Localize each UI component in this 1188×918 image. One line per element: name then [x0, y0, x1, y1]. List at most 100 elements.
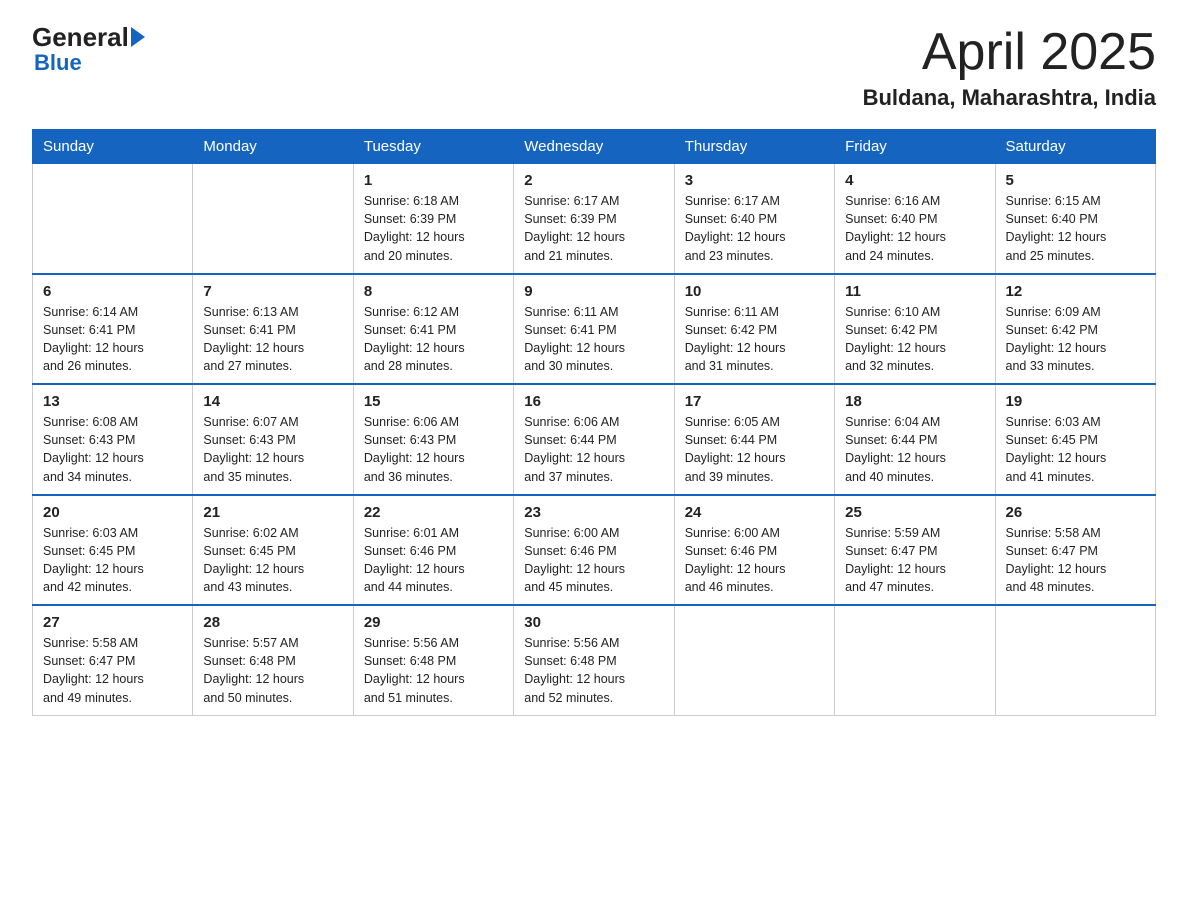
day-of-week-header: Friday: [835, 130, 995, 164]
title-area: April 2025 Buldana, Maharashtra, India: [863, 24, 1156, 111]
day-info: Sunrise: 6:11 AM Sunset: 6:41 PM Dayligh…: [524, 303, 663, 376]
day-number: 2: [524, 172, 663, 189]
calendar-cell: 12Sunrise: 6:09 AM Sunset: 6:42 PM Dayli…: [995, 274, 1155, 385]
calendar-cell: 26 Sunrise: 5:58 AM Sunset: 6:47 PM Dayli…: [995, 495, 1155, 606]
logo-general: General: [32, 24, 129, 50]
day-info: Sunrise: 5:58 AM Sunset: 6:47 PM Dayligh…: [1006, 524, 1145, 597]
calendar-cell: 29 Sunrise: 5:56 AM Sunset: 6:48 PM Dayli…: [353, 605, 513, 715]
calendar-week-row: 6 Sunrise: 6:14 AM Sunset: 6:41 PM Daylig…: [33, 274, 1156, 385]
day-info: Sunrise: 6:06 AM Sunset: 6:43 PM Dayligh…: [364, 413, 503, 486]
day-number: 13: [43, 393, 182, 410]
day-info: Sunrise: 5:58 AM Sunset: 6:47 PM Dayligh…: [43, 634, 182, 707]
calendar-week-row: 20 Sunrise: 6:03 AM Sunset: 6:45 PM Dayli…: [33, 495, 1156, 606]
day-number: 30: [524, 614, 663, 631]
day-number: 6: [43, 283, 182, 300]
day-info: Sunrise: 6:06 AM Sunset: 6:44 PM Dayligh…: [524, 413, 663, 486]
day-info: Sunrise: 6:13 AM Sunset: 6:41 PM Dayligh…: [203, 303, 342, 376]
calendar-cell: [995, 605, 1155, 715]
calendar-cell: 3 Sunrise: 6:17 AM Sunset: 6:40 PM Daylig…: [674, 164, 834, 274]
calendar-cell: 5Sunrise: 6:15 AM Sunset: 6:40 PM Daylig…: [995, 164, 1155, 274]
calendar-cell: 27 Sunrise: 5:58 AM Sunset: 6:47 PM Dayli…: [33, 605, 193, 715]
page-header: General Blue April 2025 Buldana, Maharas…: [32, 24, 1156, 111]
day-number: 7: [203, 283, 342, 300]
calendar-cell: 30Sunrise: 5:56 AM Sunset: 6:48 PM Dayli…: [514, 605, 674, 715]
day-info: Sunrise: 6:00 AM Sunset: 6:46 PM Dayligh…: [685, 524, 824, 597]
day-info: Sunrise: 6:03 AM Sunset: 6:45 PM Dayligh…: [43, 524, 182, 597]
calendar-cell: 13Sunrise: 6:08 AM Sunset: 6:43 PM Dayli…: [33, 384, 193, 495]
location-subtitle: Buldana, Maharashtra, India: [863, 85, 1156, 111]
day-number: 24: [685, 504, 824, 521]
calendar-week-row: 27 Sunrise: 5:58 AM Sunset: 6:47 PM Dayli…: [33, 605, 1156, 715]
calendar-cell: 2 Sunrise: 6:17 AM Sunset: 6:39 PM Daylig…: [514, 164, 674, 274]
day-info: Sunrise: 5:56 AM Sunset: 6:48 PM Dayligh…: [364, 634, 503, 707]
calendar-cell: 24 Sunrise: 6:00 AM Sunset: 6:46 PM Dayli…: [674, 495, 834, 606]
calendar-cell: 8 Sunrise: 6:12 AM Sunset: 6:41 PM Daylig…: [353, 274, 513, 385]
day-number: 28: [203, 614, 342, 631]
calendar-cell: 22Sunrise: 6:01 AM Sunset: 6:46 PM Dayli…: [353, 495, 513, 606]
day-of-week-header: Saturday: [995, 130, 1155, 164]
calendar-cell: 25 Sunrise: 5:59 AM Sunset: 6:47 PM Dayli…: [835, 495, 995, 606]
day-number: 25: [845, 504, 984, 521]
calendar-week-row: 1 Sunrise: 6:18 AM Sunset: 6:39 PM Daylig…: [33, 164, 1156, 274]
day-number: 29: [364, 614, 503, 631]
day-of-week-header: Wednesday: [514, 130, 674, 164]
day-info: Sunrise: 6:07 AM Sunset: 6:43 PM Dayligh…: [203, 413, 342, 486]
day-info: Sunrise: 6:16 AM Sunset: 6:40 PM Dayligh…: [845, 192, 984, 265]
day-number: 16: [524, 393, 663, 410]
calendar-cell: 21Sunrise: 6:02 AM Sunset: 6:45 PM Dayli…: [193, 495, 353, 606]
day-number: 8: [364, 283, 503, 300]
day-number: 10: [685, 283, 824, 300]
calendar-cell: 15 Sunrise: 6:06 AM Sunset: 6:43 PM Dayli…: [353, 384, 513, 495]
day-number: 17: [685, 393, 824, 410]
calendar-cell: 4 Sunrise: 6:16 AM Sunset: 6:40 PM Daylig…: [835, 164, 995, 274]
calendar-cell: 28 Sunrise: 5:57 AM Sunset: 6:48 PM Dayli…: [193, 605, 353, 715]
logo-arrow-icon: [131, 27, 145, 47]
day-info: Sunrise: 6:17 AM Sunset: 6:39 PM Dayligh…: [524, 192, 663, 265]
day-info: Sunrise: 6:04 AM Sunset: 6:44 PM Dayligh…: [845, 413, 984, 486]
day-of-week-header: Monday: [193, 130, 353, 164]
day-number: 3: [685, 172, 824, 189]
calendar-cell: [674, 605, 834, 715]
day-number: 23: [524, 504, 663, 521]
calendar-cell: [835, 605, 995, 715]
day-number: 4: [845, 172, 984, 189]
calendar-cell: 6 Sunrise: 6:14 AM Sunset: 6:41 PM Daylig…: [33, 274, 193, 385]
day-info: Sunrise: 6:17 AM Sunset: 6:40 PM Dayligh…: [685, 192, 824, 265]
logo-text: General: [32, 24, 147, 50]
day-number: 19: [1006, 393, 1145, 410]
calendar-cell: 16 Sunrise: 6:06 AM Sunset: 6:44 PM Dayli…: [514, 384, 674, 495]
day-of-week-header: Thursday: [674, 130, 834, 164]
day-number: 22: [364, 504, 503, 521]
calendar-week-row: 13Sunrise: 6:08 AM Sunset: 6:43 PM Dayli…: [33, 384, 1156, 495]
day-number: 26: [1006, 504, 1145, 521]
day-number: 9: [524, 283, 663, 300]
day-number: 11: [845, 283, 984, 300]
day-of-week-header: Sunday: [33, 130, 193, 164]
day-info: Sunrise: 6:05 AM Sunset: 6:44 PM Dayligh…: [685, 413, 824, 486]
calendar-cell: 17 Sunrise: 6:05 AM Sunset: 6:44 PM Dayli…: [674, 384, 834, 495]
calendar-cell: 20 Sunrise: 6:03 AM Sunset: 6:45 PM Dayli…: [33, 495, 193, 606]
logo: General Blue: [32, 24, 147, 76]
day-number: 18: [845, 393, 984, 410]
calendar-cell: 23Sunrise: 6:00 AM Sunset: 6:46 PM Dayli…: [514, 495, 674, 606]
day-info: Sunrise: 6:12 AM Sunset: 6:41 PM Dayligh…: [364, 303, 503, 376]
day-info: Sunrise: 6:18 AM Sunset: 6:39 PM Dayligh…: [364, 192, 503, 265]
day-number: 5: [1006, 172, 1145, 189]
day-info: Sunrise: 5:57 AM Sunset: 6:48 PM Dayligh…: [203, 634, 342, 707]
calendar-cell: 19 Sunrise: 6:03 AM Sunset: 6:45 PM Dayli…: [995, 384, 1155, 495]
calendar-cell: 11Sunrise: 6:10 AM Sunset: 6:42 PM Dayli…: [835, 274, 995, 385]
day-number: 21: [203, 504, 342, 521]
day-number: 27: [43, 614, 182, 631]
calendar-cell: 10Sunrise: 6:11 AM Sunset: 6:42 PM Dayli…: [674, 274, 834, 385]
day-info: Sunrise: 5:59 AM Sunset: 6:47 PM Dayligh…: [845, 524, 984, 597]
day-number: 1: [364, 172, 503, 189]
day-info: Sunrise: 6:03 AM Sunset: 6:45 PM Dayligh…: [1006, 413, 1145, 486]
day-number: 12: [1006, 283, 1145, 300]
calendar-cell: 18 Sunrise: 6:04 AM Sunset: 6:44 PM Dayli…: [835, 384, 995, 495]
day-info: Sunrise: 6:14 AM Sunset: 6:41 PM Dayligh…: [43, 303, 182, 376]
day-number: 15: [364, 393, 503, 410]
calendar-header-row: SundayMondayTuesdayWednesdayThursdayFrid…: [33, 130, 1156, 164]
calendar-cell: 14Sunrise: 6:07 AM Sunset: 6:43 PM Dayli…: [193, 384, 353, 495]
calendar-cell: 9 Sunrise: 6:11 AM Sunset: 6:41 PM Daylig…: [514, 274, 674, 385]
day-number: 20: [43, 504, 182, 521]
